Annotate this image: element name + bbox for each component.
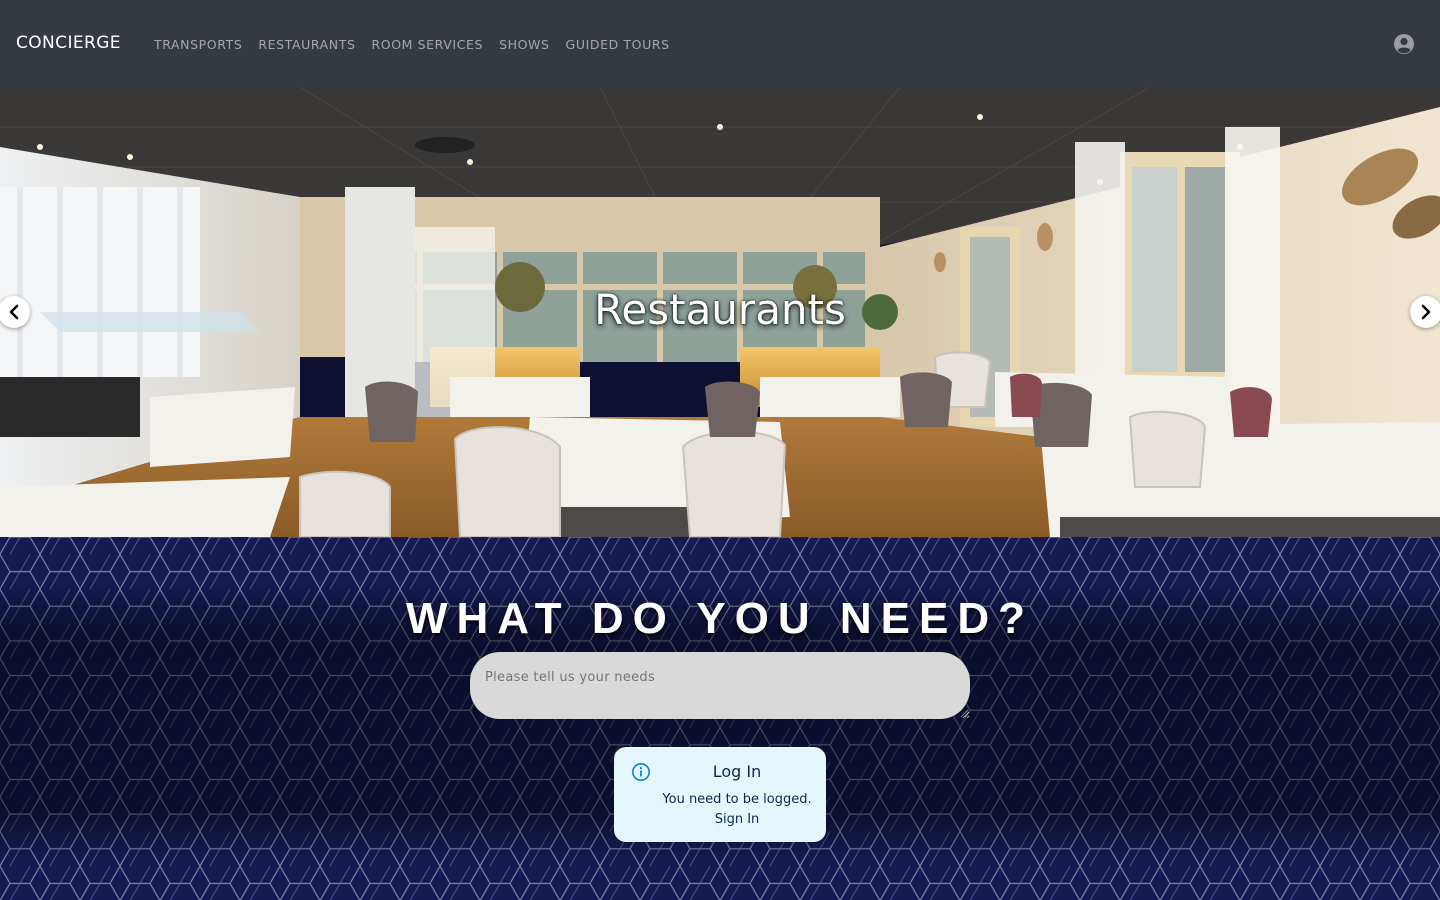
chevron-right-icon	[1421, 304, 1431, 320]
alert-title: Log In	[712, 762, 762, 781]
carousel-next-button[interactable]	[1410, 296, 1440, 328]
needs-heading: WHAT DO YOU NEED?	[405, 594, 1035, 643]
user-circle-icon[interactable]	[1393, 33, 1415, 55]
nav-link-shows[interactable]: SHOWS	[499, 37, 549, 52]
chevron-left-icon	[9, 304, 19, 320]
brand-logo[interactable]: CONCIERGE	[16, 33, 121, 53]
nav-links: TRANSPORTS RESTAURANTS ROOM SERVICES SHO…	[154, 37, 670, 52]
slide-title: Restaurants	[594, 285, 846, 334]
needs-section: WHAT DO YOU NEED? Log In You need to be …	[0, 537, 1440, 900]
needs-textarea[interactable]	[470, 652, 970, 719]
nav-link-room-services[interactable]: ROOM SERVICES	[372, 37, 484, 52]
nav-link-restaurants[interactable]: RESTAURANTS	[258, 37, 355, 52]
nav-link-guided-tours[interactable]: GUIDED TOURS	[566, 37, 670, 52]
sign-in-link[interactable]: Sign In	[614, 812, 826, 827]
hero-carousel: Restaurants	[0, 87, 1440, 537]
alert-message: You need to be logged.	[662, 792, 812, 807]
login-alert: Log In You need to be logged. Sign In	[614, 747, 826, 842]
top-navbar: CONCIERGE TRANSPORTS RESTAURANTS ROOM SE…	[0, 0, 1440, 87]
nav-link-transports[interactable]: TRANSPORTS	[154, 37, 242, 52]
resize-grip-icon[interactable]	[960, 709, 969, 718]
